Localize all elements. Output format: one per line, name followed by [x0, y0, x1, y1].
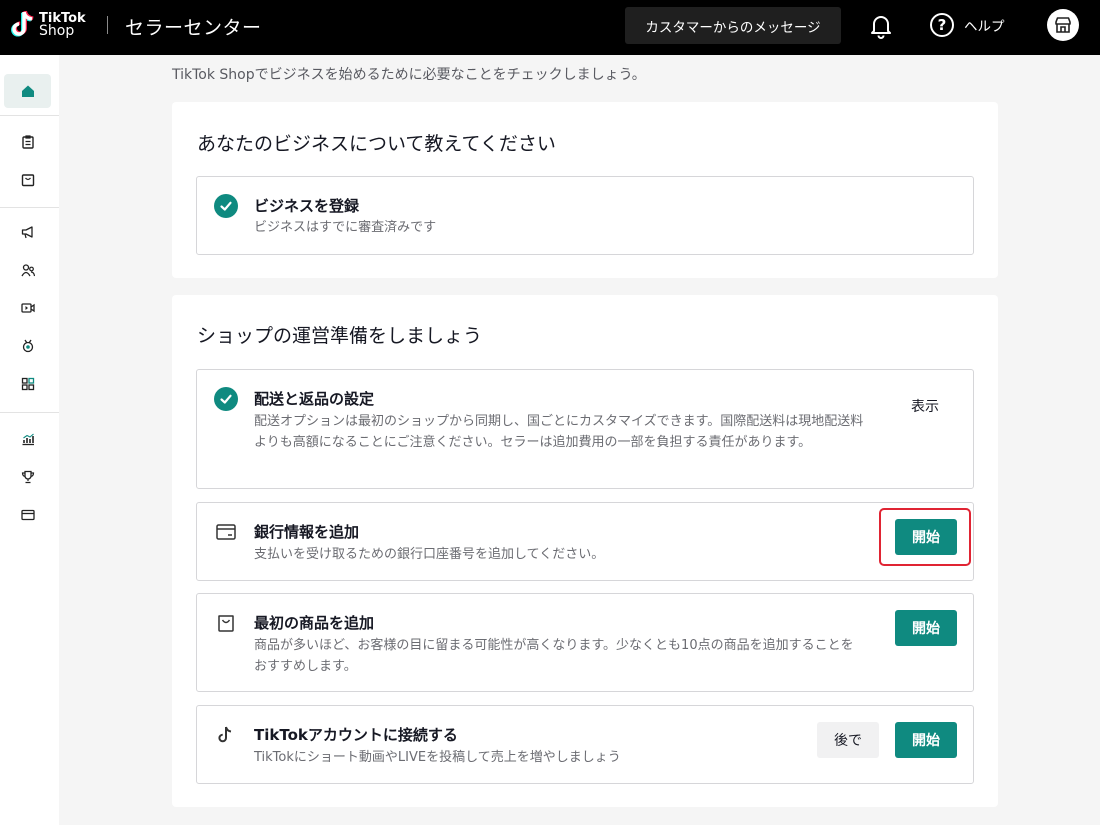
view-button[interactable]: 表示: [911, 396, 939, 416]
later-button[interactable]: 後で: [817, 722, 879, 758]
task-description: 配送オプションは最初のショップから同期し、国ごとにカスタマイズできます。国際配送…: [254, 414, 864, 450]
header-divider: [107, 16, 108, 34]
clipboard-icon: [21, 135, 34, 149]
store-icon: [1055, 17, 1071, 33]
intro-text: TikTok Shopでビジネスを始めるために必要なことをチェックしましょう。: [172, 67, 646, 83]
badge-icon: [22, 339, 33, 353]
shop-section-title: ショップの運営準備をしましょう: [197, 325, 483, 347]
start-product-button[interactable]: 開始: [895, 610, 957, 646]
sidebar-divider: [0, 115, 59, 116]
help-button[interactable]: ? ヘルプ: [930, 13, 1005, 37]
task-bank-info: 銀行情報を追加 支払いを受け取るための銀行口座番号を追加してください。 開始: [196, 502, 974, 581]
tiktok-icon: [214, 723, 238, 747]
task-description: TikTokにショート動画やLIVEを投稿して売上を増やしましょう: [254, 750, 621, 765]
sidebar-item-live[interactable]: [4, 291, 51, 325]
bag-icon: [21, 174, 34, 187]
sidebar: [0, 55, 59, 825]
chart-icon: [22, 433, 34, 446]
check-icon: [214, 194, 238, 218]
highlight-box: [879, 508, 971, 566]
check-icon: [214, 387, 238, 411]
task-description: 支払いを受け取るための銀行口座番号を追加してください。: [254, 547, 605, 562]
bank-card-icon: [214, 520, 238, 544]
sidebar-item-products[interactable]: [4, 163, 51, 197]
task-status: [214, 387, 238, 411]
sidebar-item-finance[interactable]: [4, 498, 51, 532]
help-icon: ?: [930, 13, 954, 37]
sidebar-item-orders[interactable]: [4, 125, 51, 159]
card-icon: [20, 509, 35, 521]
trophy-icon: [21, 470, 34, 484]
task-title: 銀行情報を追加: [254, 523, 360, 541]
tiktok-shop-logo[interactable]: TikTok Shop: [10, 10, 99, 40]
sidebar-item-home[interactable]: [4, 74, 51, 108]
business-section-title: あなたのビジネスについて教えてください: [197, 133, 556, 155]
business-card: あなたのビジネスについて教えてください ビジネスを登録 ビジネスはすでに審査済み…: [172, 102, 998, 278]
sidebar-divider: [0, 207, 59, 208]
task-title: 配送と返品の設定: [254, 390, 375, 408]
task-shipping-returns: 配送と返品の設定 配送オプションは最初のショップから同期し、国ごとにカスタマイズ…: [196, 369, 974, 489]
page-title: セラーセンター: [125, 17, 262, 39]
megaphone-icon: [21, 226, 33, 239]
start-tiktok-button[interactable]: 開始: [895, 722, 957, 758]
logo-text: TikTok Shop: [39, 12, 99, 38]
sidebar-divider: [0, 412, 59, 413]
sidebar-item-apps[interactable]: [4, 367, 51, 401]
task-title: ビジネスを登録: [254, 197, 360, 215]
sidebar-item-analytics[interactable]: [4, 422, 51, 456]
top-bar: TikTok Shop セラーセンター カスタマーからのメッセージ ? ヘルプ: [0, 0, 1100, 55]
logo-line-2: Shop: [39, 23, 75, 39]
sidebar-item-affiliates[interactable]: [4, 253, 51, 287]
task-title: TikTokアカウントに接続する: [254, 726, 458, 744]
task-connect-tiktok: TikTokアカウントに接続する TikTokにショート動画やLIVEを投稿して…: [196, 705, 974, 784]
users-icon: [20, 264, 35, 277]
shop-setup-card: ショップの運営準備をしましょう 配送と返品の設定 配送オプションは最初のショップ…: [172, 295, 998, 807]
tiktok-logo-icon: [11, 10, 34, 37]
grid-icon: [21, 377, 34, 391]
shop-avatar[interactable]: [1047, 9, 1079, 41]
shopping-bag-icon: [214, 611, 238, 635]
help-label: ヘルプ: [964, 19, 1005, 35]
task-register-business: ビジネスを登録 ビジネスはすでに審査済みです: [196, 176, 974, 255]
sidebar-item-rewards[interactable]: [4, 460, 51, 494]
task-status: [214, 194, 238, 218]
task-description: 商品が多いほど、お客様の目に留まる可能性が高くなります。少なくとも10点の商品を…: [254, 638, 854, 674]
customer-messages-button[interactable]: カスタマーからのメッセージ: [625, 7, 841, 44]
task-first-product: 最初の商品を追加 商品が多いほど、お客様の目に留まる可能性が高くなります。少なく…: [196, 593, 974, 692]
sidebar-item-marketing[interactable]: [4, 215, 51, 249]
sidebar-item-performance[interactable]: [4, 329, 51, 363]
task-title: 最初の商品を追加: [254, 614, 375, 632]
home-icon: [21, 85, 34, 97]
video-icon: [20, 303, 35, 313]
task-description: ビジネスはすでに審査済みです: [254, 220, 437, 235]
bell-icon[interactable]: [869, 13, 893, 39]
